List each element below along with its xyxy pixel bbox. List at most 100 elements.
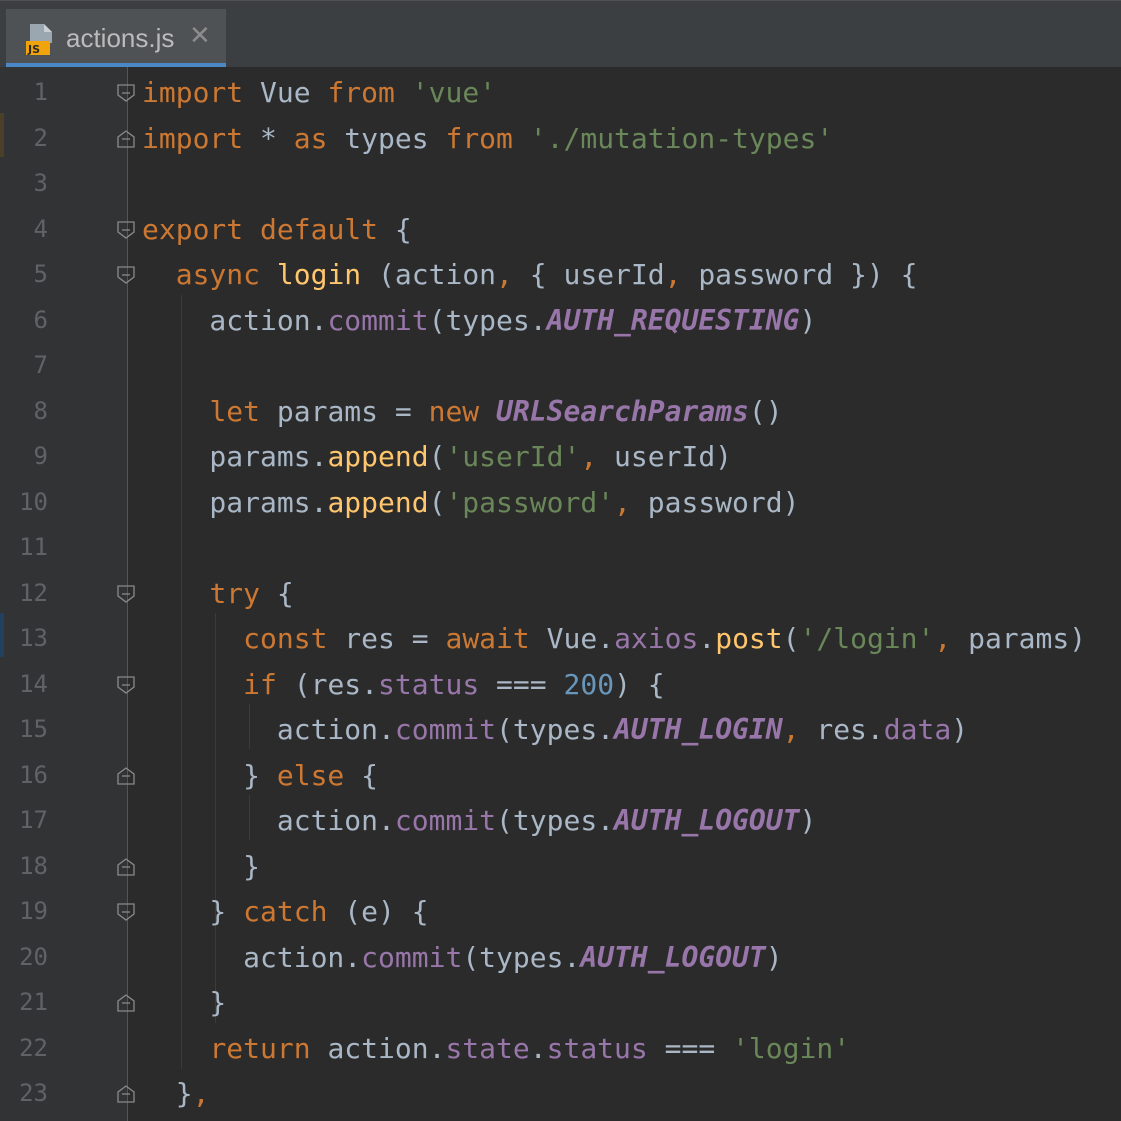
code-text[interactable]: action.commit(types.AUTH_LOGIN, res.data… xyxy=(142,707,968,753)
code-token: 'login' xyxy=(732,1031,851,1065)
line-number: 19 xyxy=(19,897,48,925)
code-line[interactable]: 9 params.append('userId', userId) xyxy=(0,434,1121,480)
code-text[interactable]: } xyxy=(142,844,260,890)
code-token: ) xyxy=(799,303,817,337)
code-line[interactable]: 23 }, xyxy=(0,1071,1121,1117)
fold-end-icon[interactable] xyxy=(117,994,135,1012)
code-token: axios xyxy=(614,622,699,655)
code-token: , xyxy=(934,622,952,655)
code-token: (types. xyxy=(496,713,615,746)
fold-collapse-icon[interactable] xyxy=(117,84,135,102)
code-text[interactable]: action.commit(types.AUTH_LOGOUT) xyxy=(142,798,816,844)
tab-actions-js[interactable]: JS actions.js ✕ xyxy=(6,9,226,68)
close-icon[interactable]: ✕ xyxy=(189,21,211,51)
code-text[interactable]: let params = new URLSearchParams() xyxy=(142,389,783,435)
line-number: 17 xyxy=(19,806,48,834)
code-line[interactable]: 16 } else { xyxy=(0,753,1121,799)
code-text[interactable]: params.append('password', password) xyxy=(142,480,799,526)
code-token: URLSearchParams xyxy=(496,394,749,428)
code-token: , xyxy=(614,485,631,519)
code-text[interactable]: try { xyxy=(142,571,293,617)
code-line[interactable]: 18 } xyxy=(0,844,1121,890)
code-line[interactable]: 10 params.append('password', password) xyxy=(0,480,1121,526)
line-number: 5 xyxy=(33,260,48,288)
code-text[interactable]: action.commit(types.AUTH_LOGOUT) xyxy=(142,935,782,981)
code-token: post xyxy=(715,622,783,655)
code-token: from xyxy=(445,121,513,155)
fold-collapse-icon[interactable] xyxy=(117,266,135,284)
code-text[interactable]: } else { xyxy=(142,753,378,799)
code-token: (e) { xyxy=(327,895,429,928)
code-line[interactable]: 19 } catch (e) { xyxy=(0,889,1121,935)
code-line[interactable]: 4 export default { xyxy=(0,207,1121,253)
fold-collapse-icon[interactable] xyxy=(117,220,135,239)
code-text[interactable]: }, xyxy=(142,1071,210,1117)
line-number: 13 xyxy=(19,624,48,652)
code-token: return xyxy=(209,1031,311,1065)
code-line[interactable]: 17 action.commit(types.AUTH_LOGOUT) xyxy=(0,798,1121,844)
code-token: status xyxy=(546,1031,648,1065)
code-line[interactable]: 15 action.commit(types.AUTH_LOGIN, res.d… xyxy=(0,707,1121,753)
code-token: () xyxy=(748,394,783,428)
code-text[interactable]: const res = await Vue.axios.post('/login… xyxy=(142,616,1086,662)
code-token: { userId xyxy=(512,258,665,291)
code-token: } xyxy=(142,758,277,792)
code-line[interactable]: 20 action.commit(types.AUTH_LOGOUT) xyxy=(0,935,1121,981)
code-text[interactable]: import * as types from './mutation-types… xyxy=(142,116,833,162)
code-token: let xyxy=(209,394,261,428)
code-token: as xyxy=(293,121,328,155)
code-line[interactable]: 22 return action.state.status === 'login… xyxy=(0,1026,1121,1072)
fold-end-icon[interactable] xyxy=(117,1085,135,1103)
fold-end-icon[interactable] xyxy=(117,766,135,785)
code-token: state xyxy=(445,1031,530,1065)
code-token: else xyxy=(276,758,345,792)
code-token: Vue. xyxy=(529,622,615,655)
code-token: action. xyxy=(142,303,328,337)
code-text[interactable]: async login (action, { userId, password … xyxy=(142,252,918,298)
code-line[interactable]: 11 xyxy=(0,525,1121,571)
code-token: 200 xyxy=(563,667,615,701)
code-text[interactable]: action.commit(types.AUTH_REQUESTING) xyxy=(142,298,816,344)
code-line[interactable]: 2 import * as types from './mutation-type… xyxy=(0,116,1121,162)
code-token: commit xyxy=(361,940,463,974)
code-line[interactable]: 21 } xyxy=(0,980,1121,1026)
fold-collapse-icon[interactable] xyxy=(117,584,135,603)
line-number: 12 xyxy=(19,578,48,607)
code-line[interactable]: 5 async login (action, { userId, passwor… xyxy=(0,252,1121,298)
code-token: commit xyxy=(394,713,497,746)
fold-collapse-icon[interactable] xyxy=(117,903,135,921)
code-line[interactable]: 3 xyxy=(0,161,1121,207)
code-token: ) xyxy=(951,713,969,746)
code-line[interactable]: 1 import Vue from 'vue' xyxy=(0,70,1121,116)
code-text[interactable]: return action.state.status === 'login' xyxy=(142,1026,850,1072)
line-number: 14 xyxy=(19,669,48,698)
code-token: password }) { xyxy=(681,258,918,291)
code-text[interactable]: import Vue from 'vue' xyxy=(142,70,496,116)
code-text[interactable]: export default { xyxy=(142,207,412,253)
code-line[interactable]: 8 let params = new URLSearchParams() xyxy=(0,389,1121,435)
code-token: 'vue' xyxy=(411,76,497,109)
code-token: === xyxy=(647,1031,733,1065)
line-number: 7 xyxy=(33,351,48,379)
code-text[interactable]: params.append('userId', userId) xyxy=(142,434,732,480)
code-editor[interactable]: 1 import Vue from 'vue' 2 import * as types… xyxy=(0,67,1121,1121)
fold-end-icon[interactable] xyxy=(117,129,135,148)
code-token: } xyxy=(142,895,244,928)
code-line[interactable]: 12 try { xyxy=(0,571,1121,617)
code-text[interactable]: } xyxy=(142,980,226,1026)
code-text[interactable]: } catch (e) { xyxy=(142,889,429,935)
code-line[interactable]: 7 xyxy=(0,343,1121,389)
code-token: } xyxy=(142,1077,193,1110)
code-line[interactable]: 14 if (res.status === 200) { xyxy=(0,662,1121,708)
code-line[interactable]: 13 const res = await Vue.axios.post('/lo… xyxy=(0,616,1121,662)
code-token: commit xyxy=(327,303,429,337)
fold-collapse-icon[interactable] xyxy=(117,675,135,694)
fold-end-icon[interactable] xyxy=(117,857,135,876)
code-token: data xyxy=(883,713,952,746)
code-line[interactable]: 6 action.commit(types.AUTH_REQUESTING) xyxy=(0,298,1121,344)
code-text[interactable]: if (res.status === 200) { xyxy=(142,662,664,708)
